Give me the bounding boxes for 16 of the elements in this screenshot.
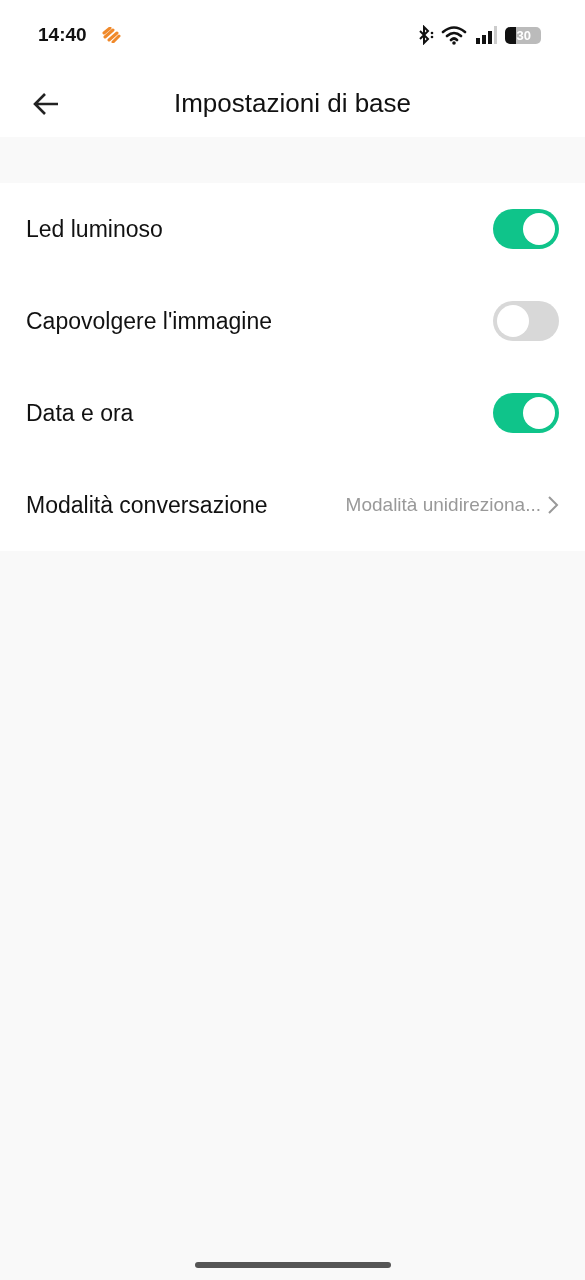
toggle-switch[interactable] [493,301,559,341]
setting-label: Modalità conversazione [26,491,269,519]
toggle-switch[interactable] [493,393,559,433]
page-title: Impostazioni di base [174,88,412,119]
setting-label: Data e ora [26,399,135,427]
chevron-right-icon[interactable] [547,495,559,515]
battery-indicator: 30 [504,26,541,44]
home-indicator[interactable] [194,1262,391,1268]
wifi-icon [440,25,469,45]
toggle-switch[interactable] [493,209,559,249]
status-time: 14:40 [38,24,87,46]
setting-label: Led luminoso [26,215,164,243]
signal-icon [474,25,499,45]
setting-value: Modalità unidireziona... [345,494,541,516]
bluetooth-icon [416,25,435,45]
setting-label: Capovolgere l'immagine [26,307,273,335]
